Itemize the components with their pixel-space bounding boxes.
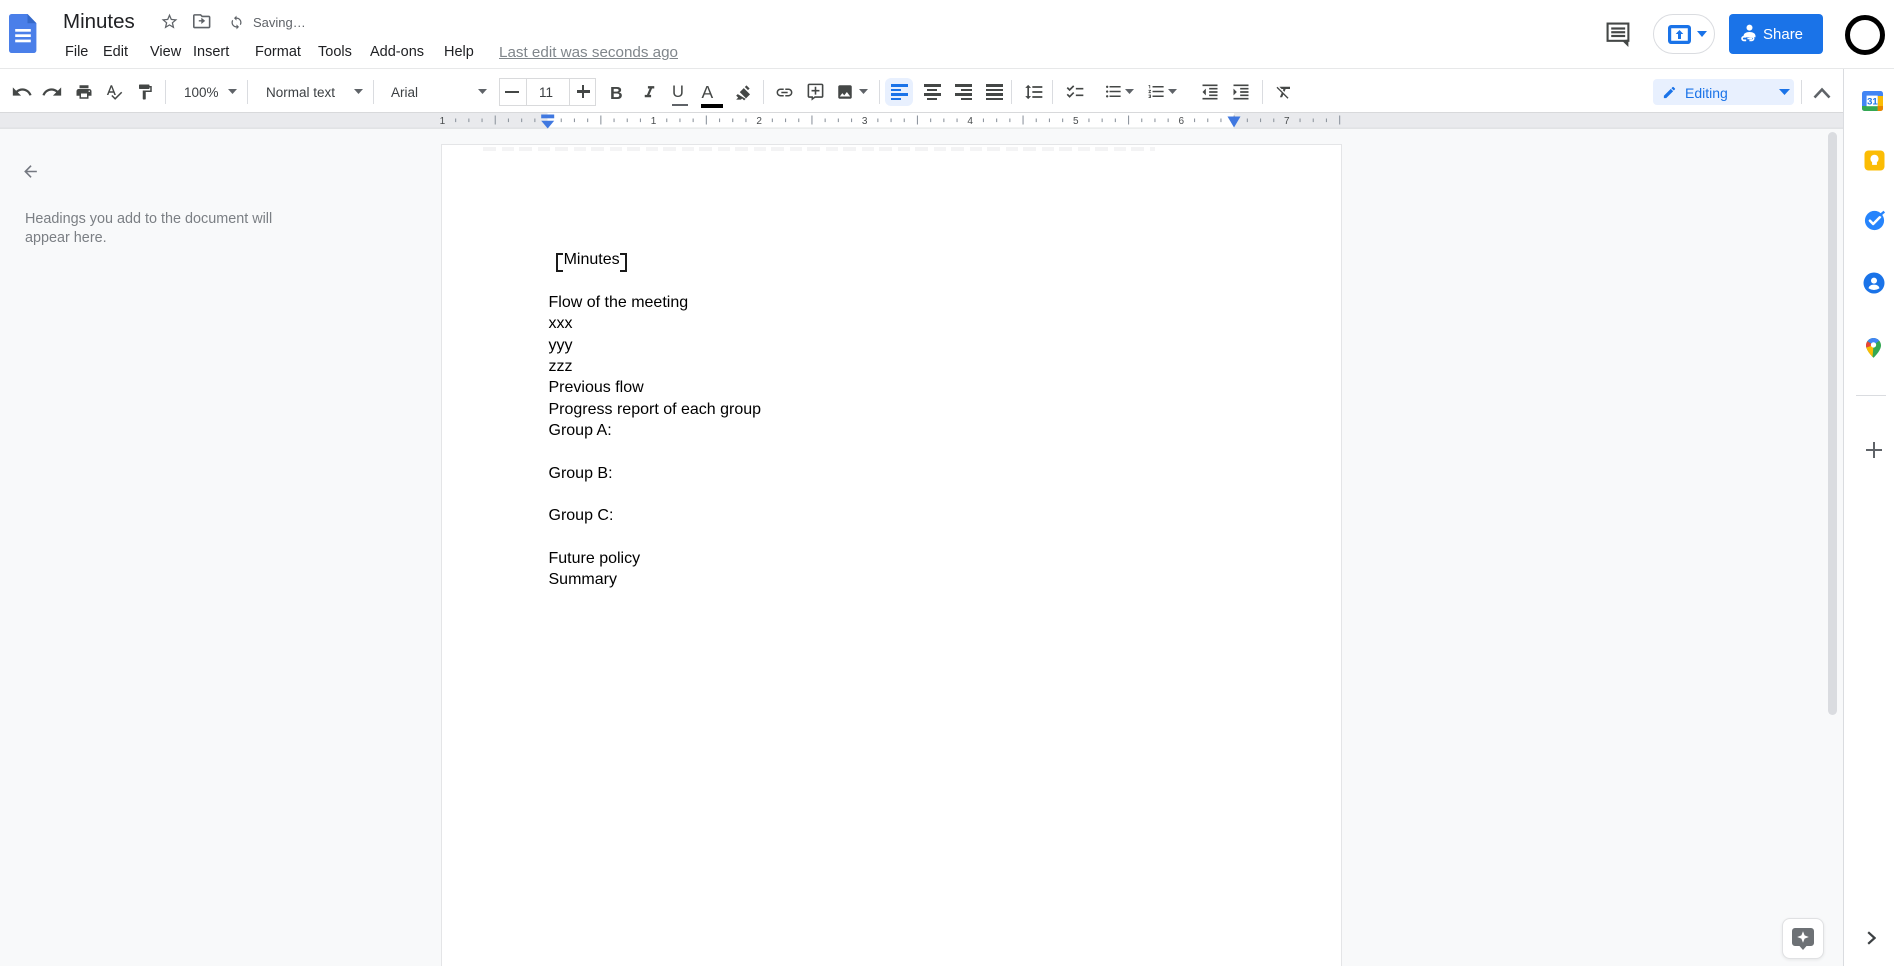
svg-text:1: 1	[440, 116, 446, 127]
svg-text:7: 7	[1284, 116, 1290, 127]
svg-text:1: 1	[651, 116, 657, 127]
svg-text:3: 3	[862, 116, 868, 127]
svg-text:2: 2	[756, 116, 762, 127]
svg-text:5: 5	[1073, 116, 1079, 127]
svg-text:31: 31	[1867, 96, 1878, 107]
svg-text:6: 6	[1179, 116, 1185, 127]
svg-text:4: 4	[967, 116, 973, 127]
